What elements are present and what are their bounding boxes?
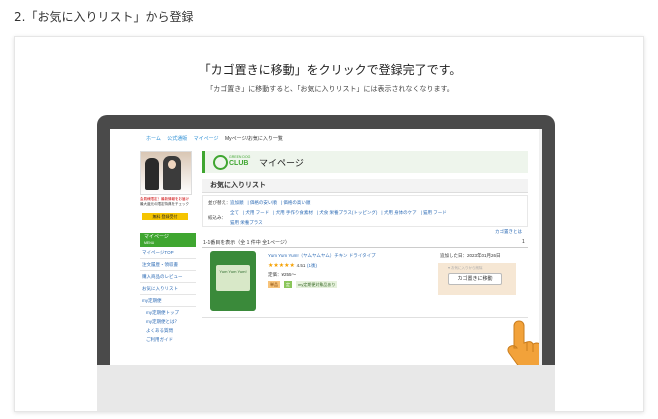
- page-number[interactable]: 1: [522, 239, 525, 245]
- cart-about-link[interactable]: カゴ置きとは: [495, 229, 522, 235]
- banner-register-button[interactable]: 無料 登録受付: [142, 213, 188, 220]
- review-count-link[interactable]: (1後): [307, 263, 317, 268]
- logo-small-text: GREEN DOG: [229, 155, 251, 159]
- instruction-headline: 「カゴ置きに移動」をクリックで登録完了です。: [198, 63, 462, 77]
- side-menu-item-reviews[interactable]: 購入商品のレビュー: [140, 271, 196, 283]
- product-name-link[interactable]: Yum Yum Yum!（ヤムヤムヤム）チキン ドライタイプ: [268, 253, 376, 259]
- narrow-option-dog-topping[interactable]: 犬食 栄養プラス(トッピング): [319, 210, 377, 215]
- sort-label: 並び替え：: [208, 200, 231, 205]
- side-menu-item-favorites[interactable]: お気に入りリスト: [140, 283, 196, 295]
- pointing-hand-icon: [507, 320, 542, 365]
- breadcrumb-shop[interactable]: 公式通販: [167, 136, 187, 142]
- screen-scrollbar[interactable]: [539, 129, 542, 365]
- badge-subscription-text: my定期便対象品あり: [296, 281, 338, 288]
- sort-option-added[interactable]: 追加順: [230, 200, 244, 205]
- club-logo-icon: [213, 155, 228, 170]
- mypage-header: GREEN DOG CLUB マイページ: [202, 151, 528, 173]
- result-count: 1-1番目を表示（全 1 件中 全1ページ）: [203, 240, 290, 246]
- narrow-option-cat-plus[interactable]: 猫用 栄養プラス: [230, 220, 263, 225]
- narrow-option-cat-food[interactable]: 猫用 フード: [423, 210, 447, 215]
- narrow-option-all[interactable]: 全て: [230, 210, 239, 215]
- star-icons: ★★★★★: [268, 263, 295, 269]
- move-to-cart-button[interactable]: カゴ置きに移動: [448, 273, 502, 285]
- narrow-label: 絞込み：: [208, 215, 226, 220]
- remove-favorite-link[interactable]: ♥ お気に入りから削除: [448, 266, 483, 271]
- monitor-screen: ホーム 公式通販 マイページ Myページ/お気に入り一覧 会員様限定！最新情報を…: [110, 129, 542, 365]
- rating-value: 4.51: [296, 263, 306, 268]
- badge-single: 単品: [268, 281, 280, 288]
- sort-options: 追加順 | 価格の安い順 | 価格の高い順: [230, 200, 311, 205]
- list-divider: [202, 247, 528, 248]
- breadcrumb: ホーム 公式通販 マイページ Myページ/お気に入り一覧: [146, 135, 288, 142]
- narrow-option-dog-handmade[interactable]: 犬用 手作り食素材: [276, 210, 313, 215]
- sort-option-price-low[interactable]: 価格の安い順: [250, 200, 277, 205]
- banner-face-icon: [168, 160, 176, 169]
- logo-club-text: CLUB: [229, 160, 249, 167]
- product-package-label: Yum Yum Yum!: [216, 265, 250, 291]
- product-image[interactable]: Yum Yum Yum!: [210, 251, 256, 311]
- side-menu-sub-about[interactable]: my定期便とは？: [146, 318, 179, 327]
- sort-option-price-high[interactable]: 価格の高い順: [283, 200, 310, 205]
- side-menu-sub-faq[interactable]: よくある質問: [146, 327, 173, 336]
- narrow-options-row1: 全て | 犬用 フード | 犬用 手作り食素材 | 犬食 栄養プラス(トッピング) | …: [230, 210, 447, 215]
- product-price: 定価：¥255〜: [268, 272, 297, 277]
- product-rating: ★★★★★ 4.51 (1後): [268, 262, 317, 269]
- favorites-title: お気に入りリスト: [202, 179, 528, 193]
- side-menu-item-top[interactable]: マイページTOP: [140, 247, 196, 259]
- side-menu-subtitle: MENU: [144, 241, 155, 245]
- promo-banner-image[interactable]: [140, 151, 192, 195]
- side-menu-sub-guide[interactable]: ご利用ガイド: [146, 336, 173, 345]
- breadcrumb-home[interactable]: ホーム: [146, 136, 161, 142]
- monitor-base: [97, 365, 555, 411]
- added-date: 追加した日：2023年01月26日: [440, 253, 501, 258]
- narrow-option-dog-care[interactable]: 犬用 身体のケア: [384, 210, 417, 215]
- banner-person-icon: [145, 158, 159, 190]
- breadcrumb-current: Myページ/お気に入り一覧: [224, 136, 283, 142]
- breadcrumb-mypage[interactable]: マイページ: [194, 136, 219, 142]
- side-menu-header: マイページ MENU: [140, 233, 196, 247]
- mypage-title: マイページ: [259, 158, 304, 168]
- instruction-subline: 「カゴ置き」に移動すると、「お気に入りリスト」には表示されなくなります。: [206, 85, 454, 93]
- side-menu-sub-top[interactable]: my定期便トップ: [146, 309, 179, 318]
- badge-subscription-icon: 定: [284, 281, 292, 288]
- side-menu-item-subscription[interactable]: my定期便: [140, 295, 196, 307]
- promo-banner-text: 会員様限定！最新情報をお届け 最大還元の限定特典をチェック: [140, 197, 192, 207]
- banner-line2: 最大還元の限定特典をチェック: [140, 202, 189, 206]
- row-divider: [202, 317, 528, 318]
- narrow-option-dog-food[interactable]: 犬用 フード: [245, 210, 269, 215]
- step-title: 2.「お気に入りリスト」から登録: [14, 10, 194, 24]
- side-menu-item-orders[interactable]: 注文履歴・領収書: [140, 259, 196, 271]
- instruction-card: 「カゴ置きに移動」をクリックで登録完了です。 「カゴ置き」に移動すると、「お気に…: [14, 36, 644, 412]
- narrow-options-row2: 猫用 栄養プラス: [230, 220, 267, 226]
